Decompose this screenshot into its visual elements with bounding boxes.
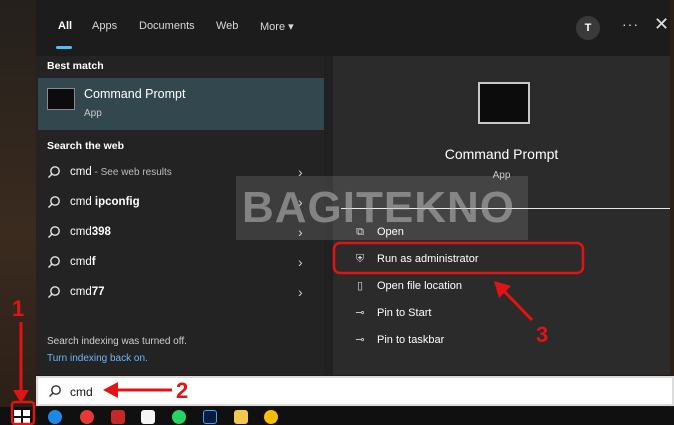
chrome-icon[interactable] [80,410,94,424]
tab-more[interactable]: More ▾ [260,20,294,33]
search-filter-bar: All Apps Documents Web More ▾ T ··· ✕ [36,0,670,56]
step-3-label: 3 [536,322,549,347]
whatsapp-icon[interactable] [172,410,186,424]
best-match-heading: Best match [47,60,104,72]
shield-run-icon: ⛨ [355,253,365,265]
search-icon [48,196,60,208]
search-input[interactable]: cmd [70,385,93,399]
chevron-right-icon[interactable]: › [298,284,303,300]
web-result-item[interactable]: cmdf › [36,248,324,278]
action-label: Open file location [377,280,462,292]
search-icon [49,385,61,397]
chevron-right-icon[interactable]: › [298,254,303,270]
tab-all[interactable]: All [58,20,72,32]
web-result-label: cmd - See web results [70,166,172,178]
web-result-label: cmdf [70,256,96,268]
photoshop-icon[interactable] [203,410,217,424]
action-label: Pin to Start [377,307,432,319]
chrome-canary-icon[interactable] [264,410,278,424]
tab-documents[interactable]: Documents [139,20,195,32]
step-1-label: 1 [12,296,25,321]
action-open-file-location[interactable]: ▯ Open file location [333,273,670,299]
web-result-item[interactable]: cmd77 › [36,278,324,308]
search-icon [48,286,60,298]
pin-icon: ⊸ [355,307,365,319]
tab-web[interactable]: Web [216,20,238,32]
action-pin-to-taskbar[interactable]: ⊸ Pin to taskbar [333,327,670,353]
filezilla-icon[interactable] [111,410,125,424]
taskbar-search-box[interactable]: cmd [36,376,674,406]
watermark: BAGITEKNO [236,176,528,240]
search-web-heading: Search the web [47,140,125,152]
action-label: Pin to taskbar [377,334,445,346]
file-explorer-icon[interactable] [234,410,248,424]
command-prompt-icon [47,88,75,110]
taskbar [0,407,674,425]
turn-indexing-on-link[interactable]: Turn indexing back on. [47,353,148,364]
search-icon [48,256,60,268]
action-run-as-administrator[interactable]: ⛨ Run as administrator [333,246,670,272]
best-match-title: Command Prompt [84,87,186,101]
desktop-wallpaper-left [0,0,36,425]
pin-icon: ⊸ [355,334,365,346]
web-result-label: cmd398 [70,226,111,238]
account-avatar[interactable]: T [576,16,600,40]
command-prompt-icon [478,82,530,124]
step-2-label: 2 [176,378,189,403]
action-pin-to-start[interactable]: ⊸ Pin to Start [333,300,670,326]
search-icon [48,166,60,178]
tab-apps[interactable]: Apps [92,20,117,32]
web-result-label: cmd ipconfig [70,196,140,208]
edge-icon[interactable] [48,410,62,424]
notepad-icon[interactable] [141,410,155,424]
best-match-subtitle: App [84,108,102,119]
windows-start-icon[interactable] [13,409,31,425]
best-match-item[interactable]: Command Prompt App [38,78,324,130]
indexing-notice: Search indexing was turned off. [47,336,187,347]
web-result-label: cmd77 [70,286,105,298]
detail-title: Command Prompt [444,146,559,162]
more-options-icon[interactable]: ··· [622,16,639,32]
action-label: Run as administrator [377,253,479,265]
search-icon [48,226,60,238]
desktop: All Apps Documents Web More ▾ T ··· ✕ Be… [0,0,674,425]
desktop-wallpaper-right [670,0,674,425]
active-tab-indicator [56,46,72,49]
close-icon[interactable]: ✕ [654,14,669,35]
folder-location-icon: ▯ [356,280,364,292]
